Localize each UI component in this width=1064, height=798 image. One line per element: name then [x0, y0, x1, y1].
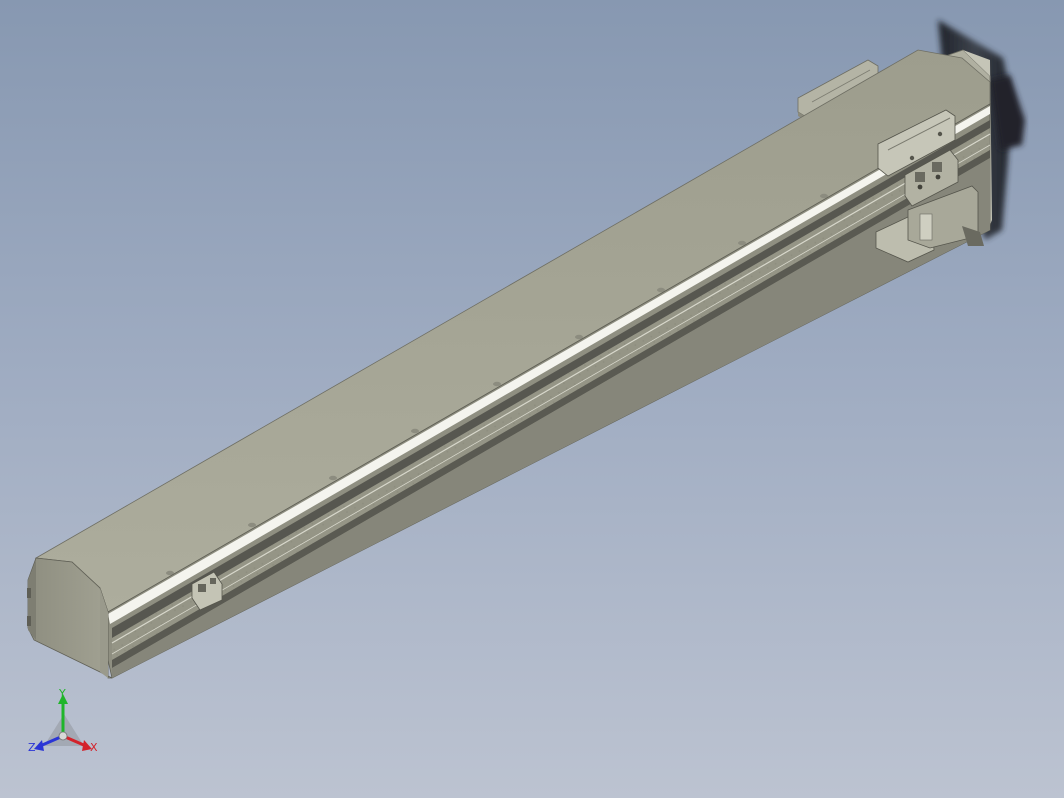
orientation-triad[interactable]: Y X Z: [28, 687, 98, 754]
axis-x-label: X: [90, 741, 98, 754]
cad-3d-viewport[interactable]: Y X Z: [0, 0, 1064, 798]
axis-z-label: Z: [28, 741, 36, 754]
linear-module-body[interactable]: [27, 49, 991, 679]
model-scene[interactable]: Y X Z: [0, 0, 1064, 798]
axis-y-label: Y: [58, 687, 66, 700]
